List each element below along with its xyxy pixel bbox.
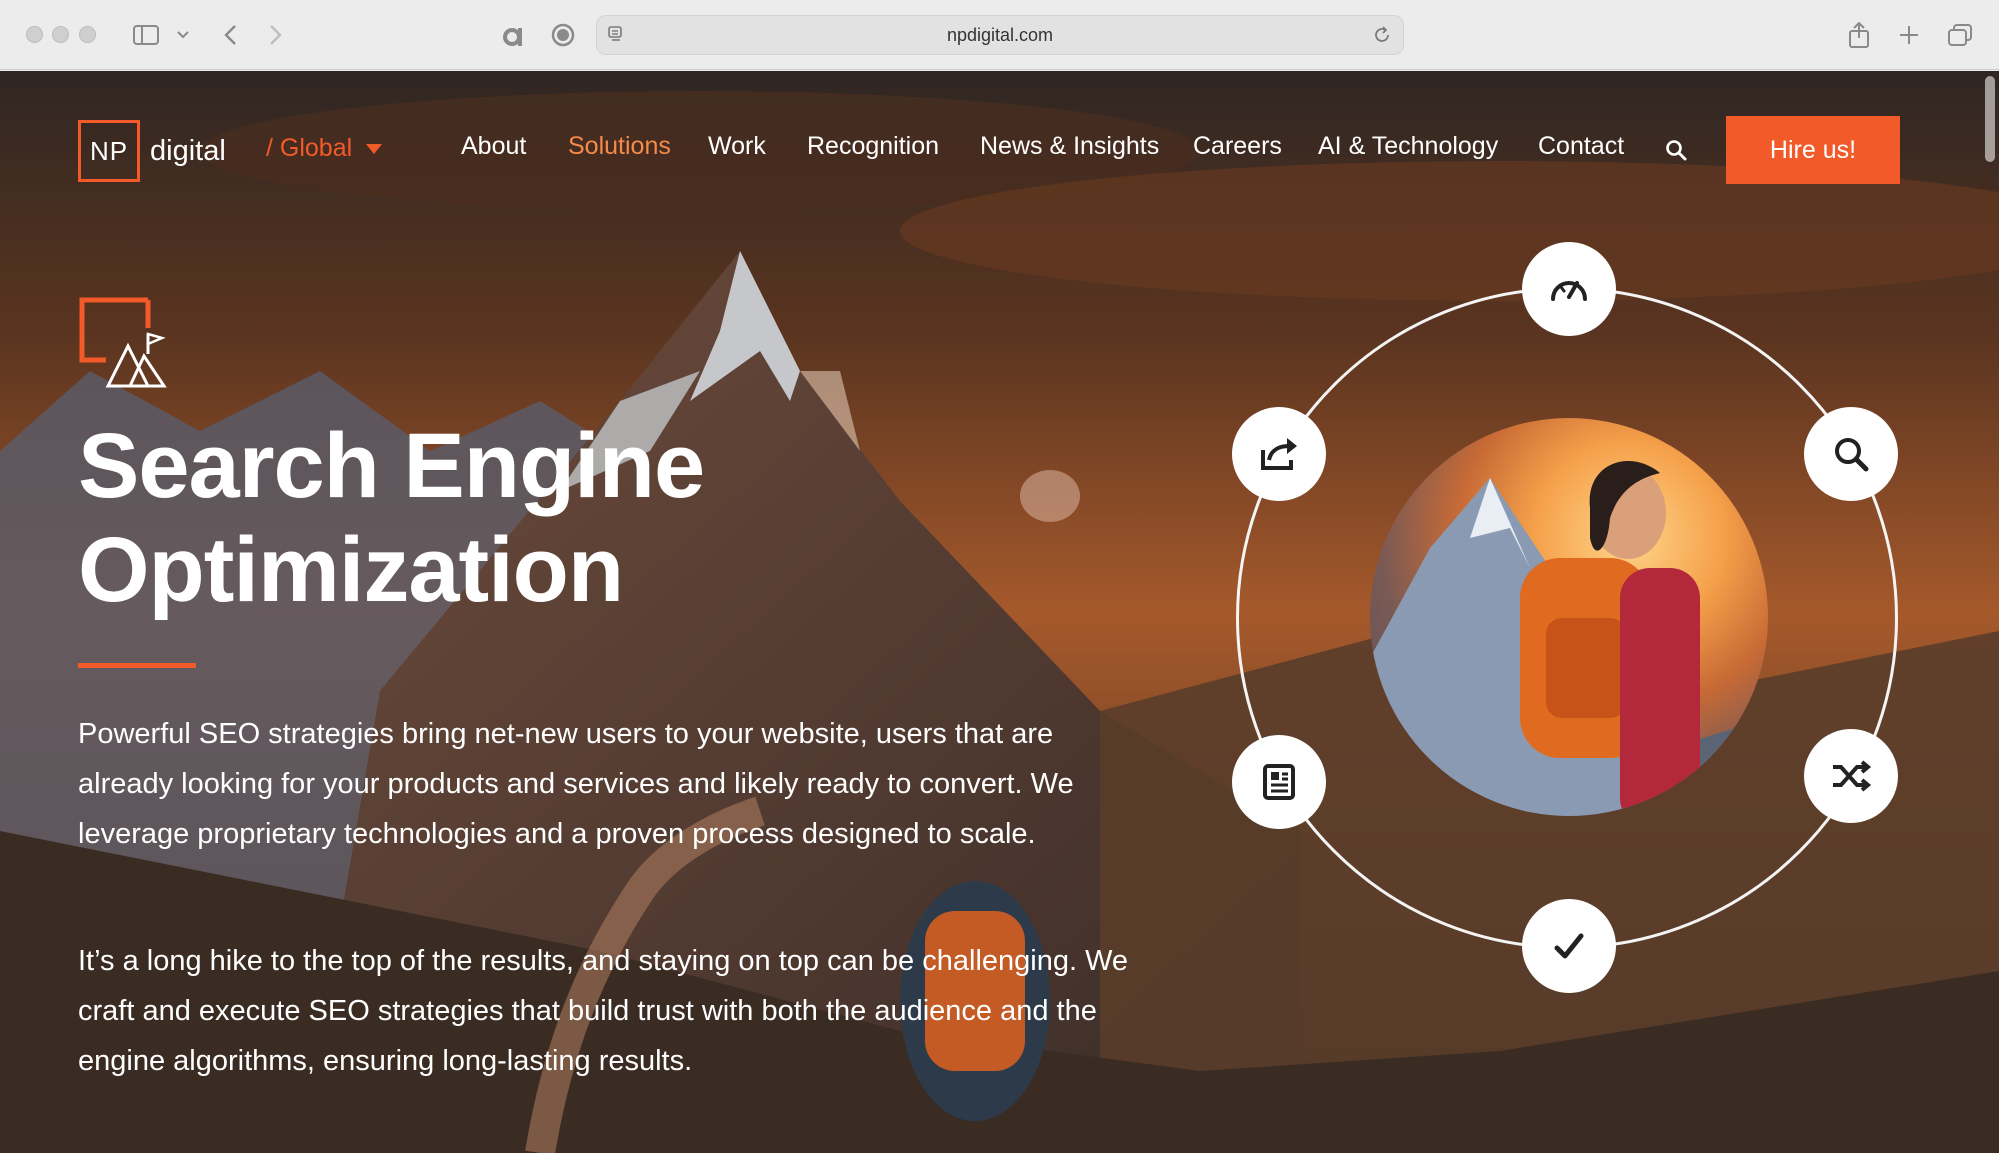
title-line-1: Search Engine (78, 415, 705, 517)
speedometer-icon (1551, 281, 1587, 301)
logo-mark: NP (78, 120, 140, 182)
page-title: Search Engine Optimization (78, 414, 878, 622)
logo-wordmark: digital (150, 134, 226, 167)
nav-item-careers[interactable]: Careers (1193, 132, 1282, 161)
title-line-2: Optimization (78, 519, 624, 621)
caret-down-icon (366, 143, 383, 154)
search-node (1804, 407, 1898, 501)
document-node (1232, 735, 1326, 829)
hire-us-button[interactable]: Hire us! (1726, 116, 1900, 184)
share-node (1232, 407, 1326, 501)
extension-a-icon[interactable] (500, 20, 526, 50)
address-bar[interactable]: npdigital.com (596, 15, 1404, 55)
nav-item-contact[interactable]: Contact (1538, 132, 1624, 161)
browser-toolbar: npdigital.com (0, 0, 1999, 70)
nav-item-news-insights[interactable]: News & Insights (980, 132, 1159, 161)
chevron-down-icon[interactable] (176, 20, 190, 50)
checkmark-node (1522, 899, 1616, 993)
zoom-window-button[interactable] (79, 26, 96, 43)
web-page: NP digital / Global About Solutions Work… (0, 71, 1999, 1153)
shuffle-icon (1833, 760, 1872, 792)
title-underline (78, 663, 196, 668)
close-window-button[interactable] (26, 26, 43, 43)
nav-item-about[interactable]: About (461, 132, 526, 161)
intro-paragraph: Powerful SEO strategies bring net-new us… (78, 718, 1074, 850)
reload-icon[interactable] (1371, 24, 1393, 46)
document-icon (1263, 764, 1295, 800)
region-label: / Global (266, 134, 353, 162)
sidebar-icon[interactable] (132, 20, 160, 50)
share-icon (1261, 438, 1297, 470)
speedometer-node (1522, 242, 1616, 336)
forward-icon[interactable] (266, 20, 286, 50)
minimize-window-button[interactable] (52, 26, 69, 43)
nav-item-ai-technology[interactable]: AI & Technology (1318, 132, 1498, 161)
browser-window: npdigital.com NP digital / Global About … (0, 0, 1999, 1153)
search-icon[interactable] (1664, 138, 1688, 162)
region-selector[interactable]: / Global (266, 134, 383, 163)
tab-overview-icon[interactable] (1946, 20, 1974, 50)
shuffle-node (1804, 729, 1898, 823)
hiker-portrait-image (1370, 418, 1768, 816)
detail-paragraph: It’s a long hike to the top of the resul… (78, 945, 1129, 1077)
page-scrollbar[interactable] (1985, 76, 1995, 162)
extension-record-icon[interactable] (550, 20, 576, 50)
nav-item-work[interactable]: Work (708, 132, 766, 161)
search-icon (1835, 438, 1869, 472)
nav-item-solutions[interactable]: Solutions (568, 132, 671, 161)
back-icon[interactable] (220, 20, 240, 50)
new-tab-icon[interactable] (1896, 20, 1922, 50)
nav-item-recognition[interactable]: Recognition (807, 132, 939, 161)
mountain-flag-icon (79, 297, 167, 388)
checkmark-icon (1554, 933, 1584, 959)
np-digital-logo[interactable]: NP digital (78, 120, 226, 182)
url-text: npdigital.com (946, 25, 1054, 45)
share-browser-icon[interactable] (1846, 20, 1872, 50)
